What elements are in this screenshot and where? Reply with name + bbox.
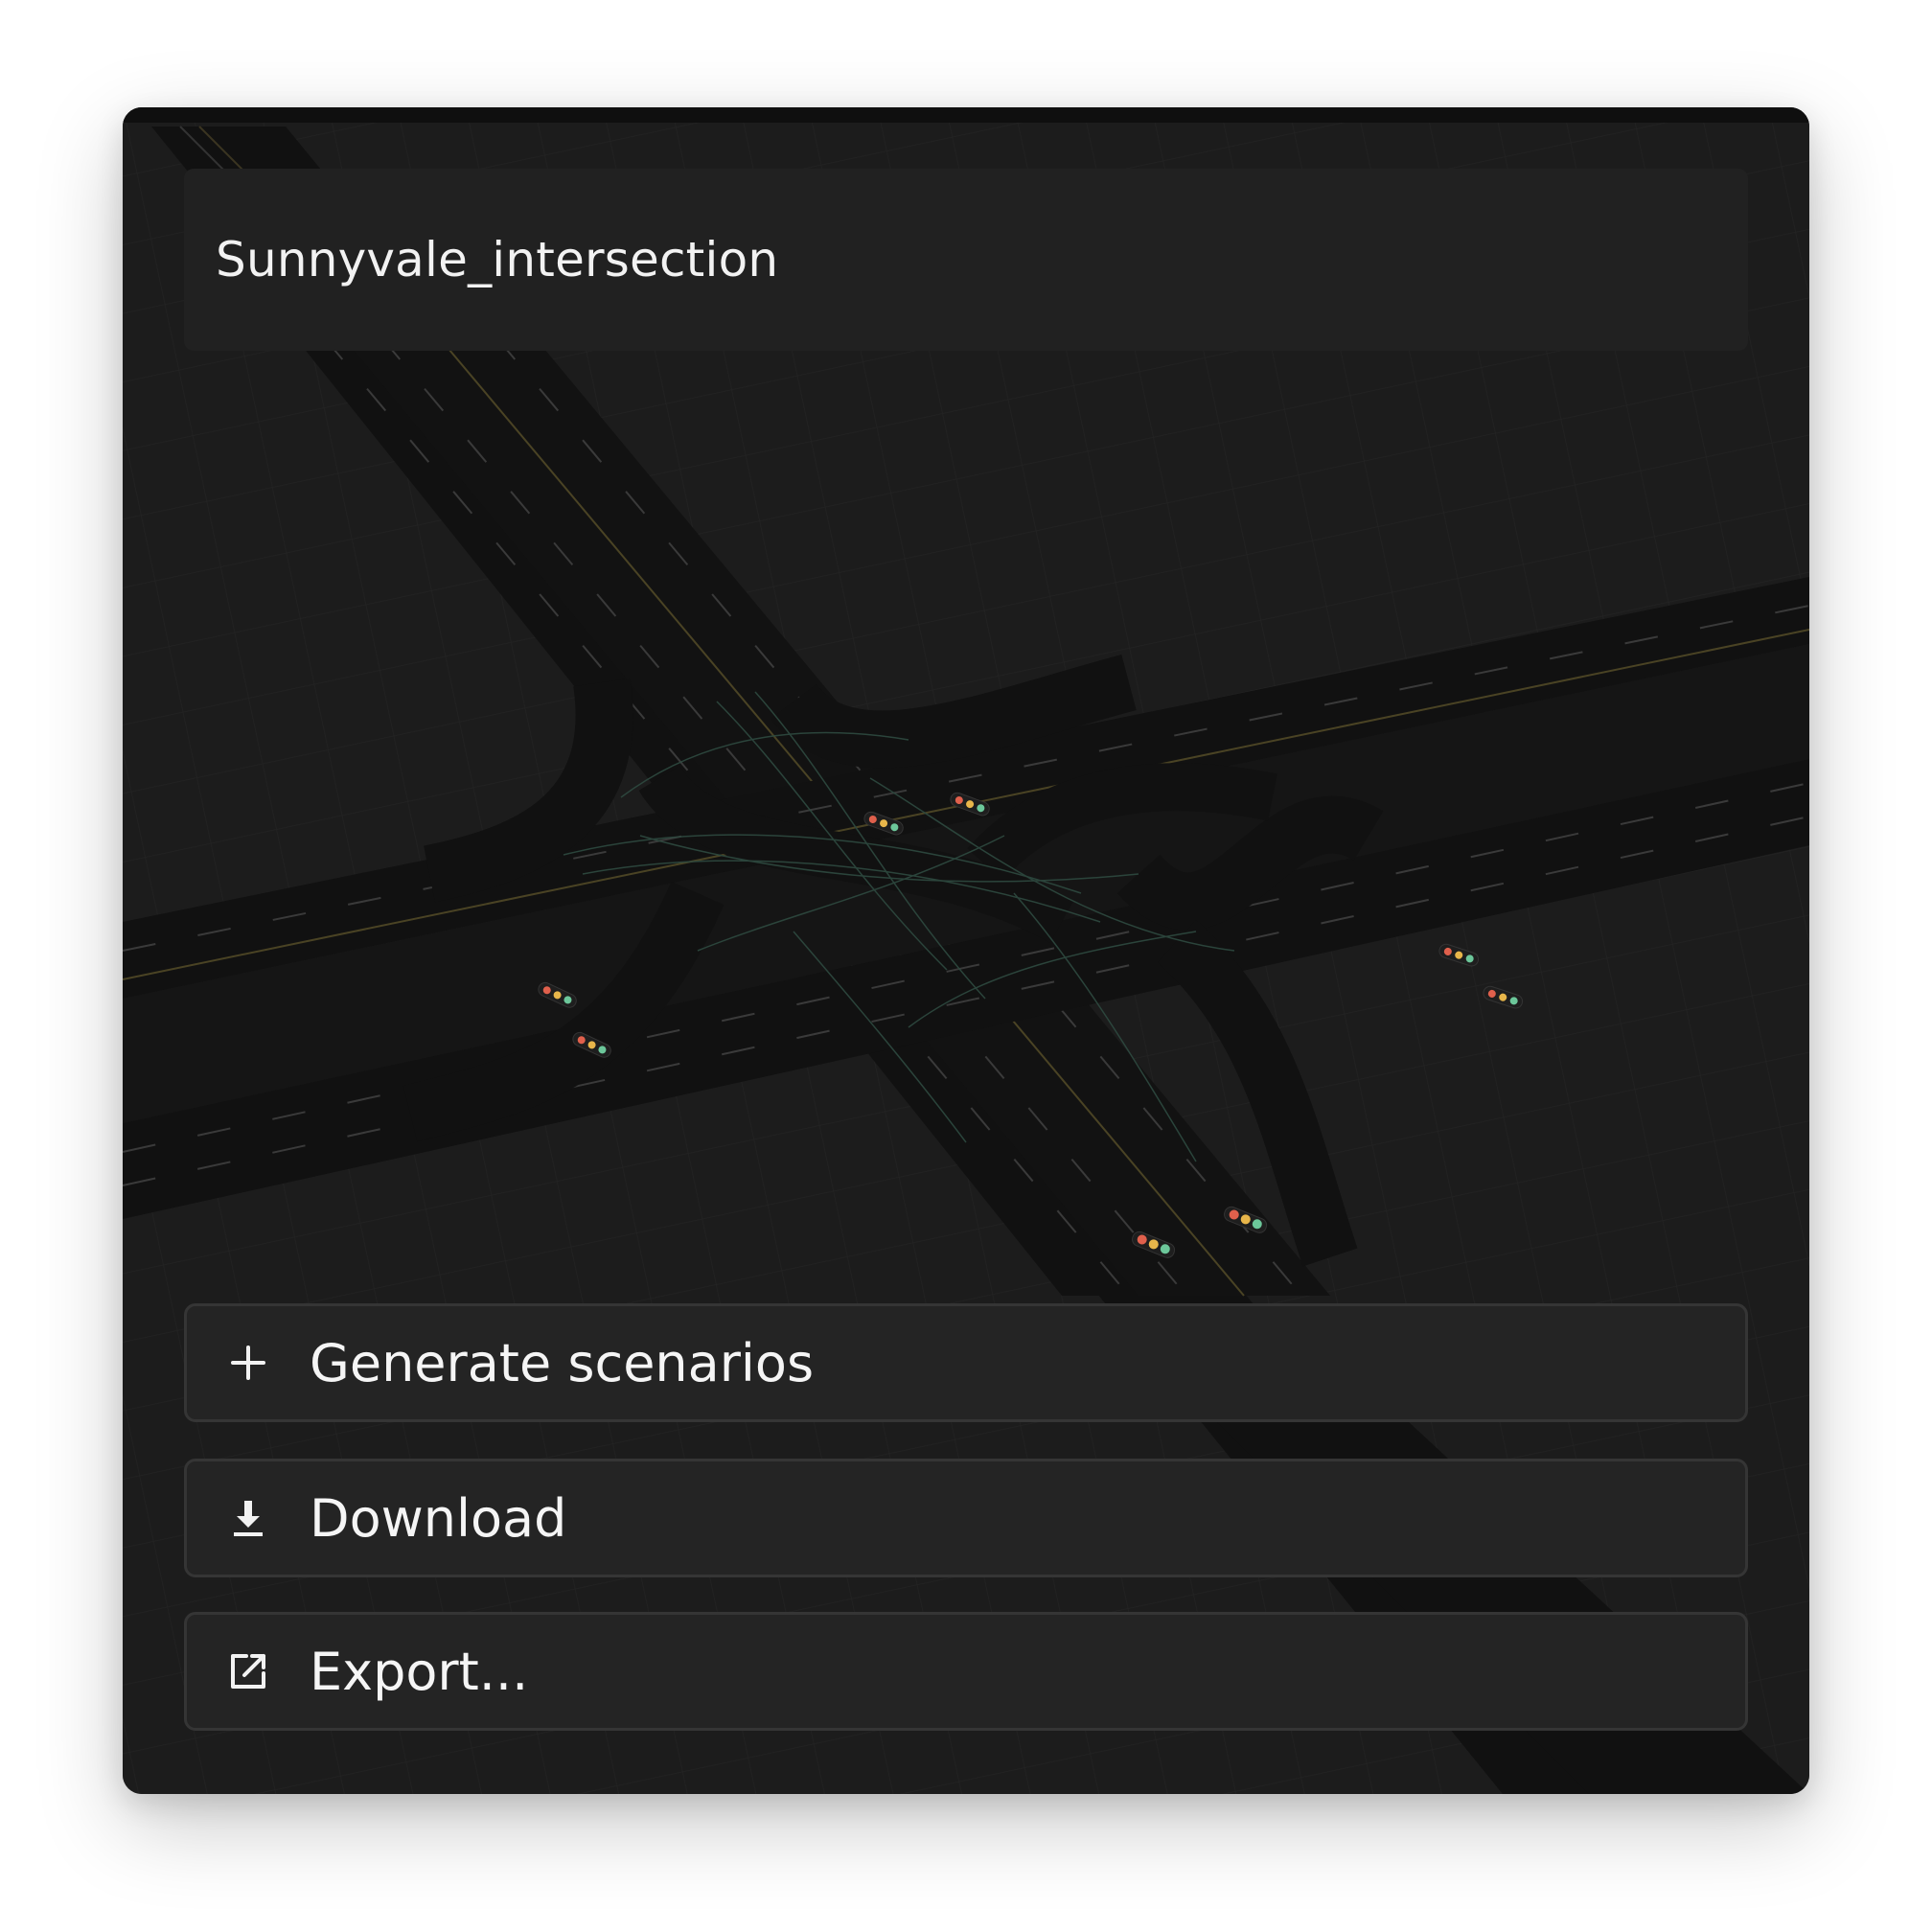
plus-icon: [223, 1338, 273, 1388]
map-title: Sunnyvale_intersection: [216, 232, 779, 288]
generate-scenarios-label: Generate scenarios: [310, 1332, 815, 1393]
title-bar: Sunnyvale_intersection: [184, 169, 1748, 351]
generate-scenarios-button[interactable]: Generate scenarios: [184, 1303, 1748, 1422]
map-card: Sunnyvale_intersection Generate scenario…: [123, 107, 1809, 1794]
export-label: Export...: [310, 1641, 529, 1702]
export-button[interactable]: Export...: [184, 1612, 1748, 1731]
download-icon: [223, 1493, 273, 1543]
card-top-edge: [123, 107, 1809, 123]
download-button[interactable]: Download: [184, 1459, 1748, 1577]
download-label: Download: [310, 1487, 567, 1549]
external-link-icon: [223, 1646, 273, 1696]
